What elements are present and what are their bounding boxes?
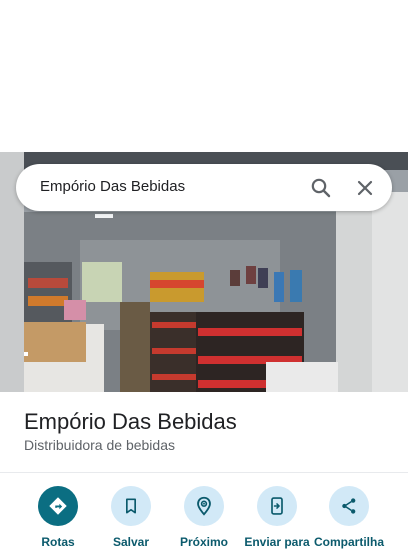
- search-icon[interactable]: [309, 176, 333, 200]
- send-to-phone-label: Enviar para: [244, 535, 310, 549]
- nearby-label: Próximo: [179, 535, 228, 549]
- divider: [0, 472, 408, 473]
- share-icon: [329, 486, 369, 526]
- place-category: Distribuidora de bebidas: [24, 437, 175, 453]
- save-label: Salvar: [112, 535, 150, 549]
- save-button[interactable]: Salvar: [94, 486, 168, 556]
- directions-button[interactable]: Rotas: [21, 486, 95, 556]
- blank-area: [0, 0, 408, 152]
- share-button[interactable]: Compartilha: [312, 486, 386, 556]
- nearby-button[interactable]: Próximo: [167, 486, 241, 556]
- directions-icon: [38, 486, 78, 526]
- send-to-phone-button[interactable]: Enviar para: [240, 486, 314, 556]
- search-input[interactable]: Empório Das Bebidas: [40, 178, 185, 195]
- close-icon[interactable]: [353, 176, 377, 200]
- send-to-phone-icon: [257, 486, 297, 526]
- search-bar[interactable]: Empório Das Bebidas: [16, 164, 392, 211]
- share-label: Compartilha: [313, 535, 384, 549]
- place-title: Empório Das Bebidas: [24, 409, 237, 434]
- nearby-icon: [184, 486, 224, 526]
- bookmark-icon: [111, 486, 151, 526]
- directions-label: Rotas: [41, 535, 75, 549]
